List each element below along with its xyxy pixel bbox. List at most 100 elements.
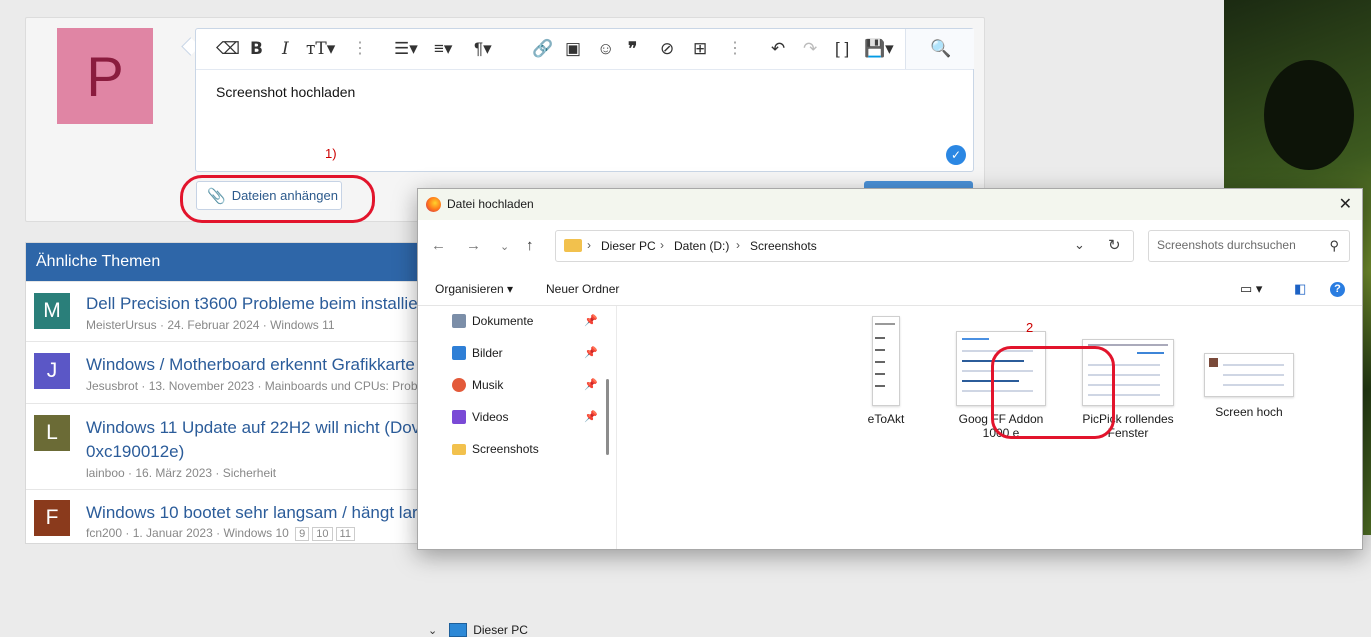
hide-icon[interactable]: ⊘ bbox=[660, 39, 674, 59]
recent-locations-icon[interactable]: ⌄ bbox=[500, 240, 509, 253]
breadcrumb-item[interactable]: Daten (D:) bbox=[674, 239, 729, 253]
nav-item-music[interactable]: Musik bbox=[452, 375, 503, 395]
topic-meta: lainboo · 16. März 2023 · Sicherheit bbox=[86, 466, 277, 480]
firefox-icon bbox=[426, 197, 441, 212]
breadcrumb-item[interactable]: Dieser PC bbox=[601, 239, 656, 253]
topic-row[interactable]: L Windows 11 Update auf 22H2 will nicht … bbox=[26, 403, 446, 490]
topic-title[interactable]: Windows / Motherboard erkennt Grafikkart… bbox=[86, 355, 415, 375]
topic-meta: MeisterUrsus · 24. Februar 2024 · Window… bbox=[86, 318, 335, 332]
refresh-icon[interactable]: ↻ bbox=[1108, 236, 1121, 254]
pin-icon: 📌 bbox=[584, 411, 598, 423]
pin-icon: 📌 bbox=[584, 315, 598, 327]
rich-text-editor[interactable]: ⌫ B I тT▾ ⋮ ☰▾ ≡▾ ¶▾ 🔗 ▣ ☺ ❞ ⊘ ⊞ ⋮ ↶ ↷ [… bbox=[195, 28, 974, 172]
topic-meta: fcn200 · 1. Januar 2023 · Windows 10 9 10… bbox=[86, 526, 355, 541]
search-box[interactable]: ⚲ bbox=[1148, 230, 1350, 262]
align-icon[interactable]: ≡▾ bbox=[434, 39, 452, 59]
search-input[interactable] bbox=[1155, 237, 1319, 253]
navigation-pane: Dokumente 📌 Bilder 📌 Musik 📌 Videos 📌 Sc… bbox=[418, 306, 616, 637]
topic-meta: Jesusbrot · 13. November 2023 · Mainboar… bbox=[86, 379, 434, 393]
folder-icon bbox=[564, 239, 582, 252]
page-link[interactable]: 10 bbox=[312, 527, 333, 541]
code-icon[interactable]: [ ] bbox=[835, 39, 849, 59]
topic-title[interactable]: Dell Precision t3600 Probleme beim insta… bbox=[86, 294, 423, 314]
bold-icon[interactable]: B bbox=[250, 39, 263, 59]
check-icon: ✓ bbox=[946, 145, 966, 165]
dialog-title: Datei hochladen bbox=[447, 197, 534, 211]
step-marker-2: 2 bbox=[1026, 320, 1034, 335]
topic-avatar: M bbox=[34, 293, 70, 329]
new-folder-button[interactable]: Neuer Ordner bbox=[546, 282, 619, 296]
file-item[interactable]: Screen hoch bbox=[1199, 353, 1299, 419]
preview-icon: 🔍 bbox=[930, 39, 952, 58]
quote-icon[interactable]: ❞ bbox=[628, 39, 637, 59]
breadcrumb-item[interactable]: Screenshots bbox=[750, 239, 817, 253]
table-icon[interactable]: ⊞ bbox=[693, 39, 707, 59]
undo-icon[interactable]: ↶ bbox=[771, 39, 785, 59]
nav-item-screenshots[interactable]: Screenshots bbox=[452, 439, 539, 459]
similar-topics-panel: Ähnliche Themen M Dell Precision t3600 P… bbox=[25, 242, 447, 544]
help-icon[interactable]: ? bbox=[1330, 282, 1345, 297]
computer-icon bbox=[449, 623, 468, 637]
view-options-icon[interactable]: ▭ ▾ bbox=[1240, 281, 1262, 297]
nav-item-documents[interactable]: Dokumente bbox=[452, 311, 533, 331]
nav-item-videos[interactable]: Videos bbox=[452, 407, 508, 427]
back-icon[interactable]: ← bbox=[431, 237, 446, 254]
command-bar: Organisieren ▾ Neuer Ordner ▭ ▾ ◧ ? bbox=[418, 273, 1362, 305]
nav-item-pictures[interactable]: Bilder bbox=[452, 343, 503, 363]
documents-icon bbox=[452, 314, 466, 328]
italic-icon[interactable]: I bbox=[282, 39, 289, 59]
chevron-right-icon: › bbox=[587, 238, 591, 252]
topic-avatar: F bbox=[34, 500, 70, 536]
preview-pane-icon[interactable]: ◧ bbox=[1294, 281, 1306, 297]
videos-icon bbox=[452, 410, 466, 424]
file-item[interactable]: eToAkt bbox=[836, 316, 936, 426]
file-name: Screen hoch bbox=[1215, 405, 1283, 419]
pin-icon: 📌 bbox=[584, 379, 598, 391]
topic-title[interactable]: Windows 10 bootet sehr langsam / hängt l… bbox=[86, 503, 418, 523]
pictures-icon bbox=[452, 346, 466, 360]
highlight-ring bbox=[991, 346, 1115, 439]
more-icon[interactable]: ⋮ bbox=[727, 39, 743, 59]
organize-button[interactable]: Organisieren ▾ bbox=[435, 282, 513, 296]
music-icon bbox=[452, 378, 466, 392]
paragraph-icon[interactable]: ¶▾ bbox=[474, 39, 492, 59]
topic-row[interactable]: F Windows 10 bootet sehr langsam / hängt… bbox=[26, 489, 446, 550]
topic-title-line2[interactable]: 0xc190012e) bbox=[86, 442, 184, 462]
file-name: eToAkt bbox=[867, 412, 905, 426]
highlight-ring bbox=[180, 175, 375, 223]
editor-toolbar: ⌫ B I тT▾ ⋮ ☰▾ ≡▾ ¶▾ 🔗 ▣ ☺ ❞ ⊘ ⊞ ⋮ ↶ ↷ [… bbox=[196, 29, 974, 70]
dialog-titlebar[interactable]: Datei hochladen ✕ bbox=[418, 189, 1362, 220]
avatar: P bbox=[57, 28, 153, 124]
page-link[interactable]: 9 bbox=[295, 527, 310, 541]
chevron-right-icon: › bbox=[660, 238, 664, 252]
nav-item-this-pc[interactable]: ⌄ Dieser PC bbox=[428, 623, 528, 637]
save-draft-icon[interactable]: 💾▾ bbox=[864, 39, 894, 59]
page-link[interactable]: 11 bbox=[335, 527, 355, 541]
up-icon[interactable]: ↑ bbox=[526, 237, 534, 254]
preview-toggle[interactable]: 🔍 bbox=[905, 29, 974, 69]
close-icon[interactable]: ✕ bbox=[1339, 194, 1352, 214]
file-thumbnail bbox=[1204, 353, 1294, 397]
text-size-icon[interactable]: тT▾ bbox=[306, 39, 335, 59]
chevron-down-icon[interactable]: ⌄ bbox=[1074, 237, 1085, 253]
topic-row[interactable]: M Dell Precision t3600 Probleme beim ins… bbox=[26, 281, 446, 342]
similar-topics-heading: Ähnliche Themen bbox=[26, 243, 446, 281]
step-marker-1: 1) bbox=[325, 146, 337, 161]
smiley-icon[interactable]: ☺ bbox=[597, 39, 614, 59]
redo-icon[interactable]: ↷ bbox=[803, 39, 817, 59]
more-icon[interactable]: ⋮ bbox=[352, 39, 368, 59]
editor-content[interactable]: Screenshot hochladen bbox=[216, 84, 355, 100]
link-icon[interactable]: 🔗 bbox=[532, 39, 553, 59]
chevron-right-icon: › bbox=[736, 238, 740, 252]
scrollbar[interactable] bbox=[606, 379, 609, 455]
address-bar[interactable]: › Dieser PC › Daten (D:) › Screenshots ⌄… bbox=[555, 230, 1134, 262]
folder-icon bbox=[452, 443, 466, 455]
eraser-icon[interactable]: ⌫ bbox=[216, 39, 240, 59]
topic-avatar: L bbox=[34, 415, 70, 451]
file-thumbnail bbox=[872, 316, 900, 406]
forward-icon[interactable]: → bbox=[466, 237, 481, 254]
image-icon[interactable]: ▣ bbox=[565, 39, 581, 59]
list-icon[interactable]: ☰▾ bbox=[394, 39, 418, 59]
topic-title[interactable]: Windows 11 Update auf 22H2 will nicht (D… bbox=[86, 418, 420, 438]
topic-row[interactable]: J Windows / Motherboard erkennt Grafikka… bbox=[26, 341, 446, 404]
